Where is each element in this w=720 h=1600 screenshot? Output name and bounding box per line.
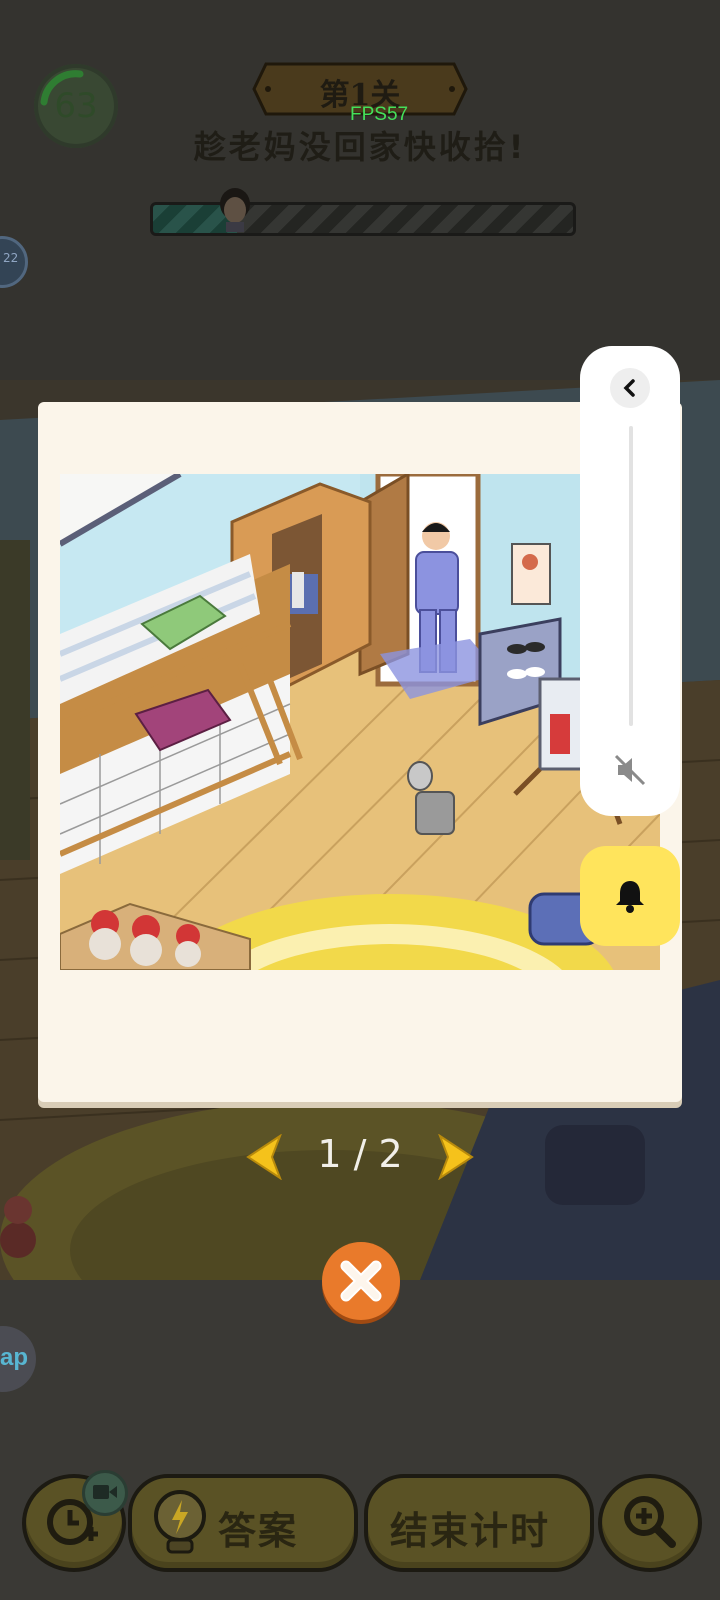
level-subtitle: 趁老妈没回家快收拾! bbox=[193, 128, 527, 166]
answer-button[interactable]: 答案 bbox=[128, 1474, 358, 1572]
answer-button-label: 答案 bbox=[218, 1509, 299, 1553]
chevron-left-icon bbox=[623, 379, 635, 397]
collapse-panel-button[interactable] bbox=[610, 368, 650, 408]
arrow-right-icon[interactable] bbox=[436, 1134, 476, 1180]
timer: 63 bbox=[34, 64, 118, 148]
end-timer-button-label: 结束计时 bbox=[390, 1509, 551, 1553]
mute-icon[interactable] bbox=[610, 750, 650, 790]
room-scene-image bbox=[60, 474, 660, 970]
timer-value: 63 bbox=[54, 86, 98, 126]
app-chip-text: ap bbox=[0, 1344, 29, 1371]
video-icon bbox=[82, 1470, 128, 1516]
volume-slider[interactable] bbox=[629, 426, 633, 726]
zoom-in-icon bbox=[624, 1496, 676, 1548]
mom-avatar-icon bbox=[220, 188, 250, 232]
end-timer-button[interactable]: 结束计时 bbox=[364, 1474, 594, 1572]
lightbulb-icon bbox=[154, 1490, 206, 1554]
side-bubble-text: 22 bbox=[3, 251, 19, 265]
floating-side-panel bbox=[580, 346, 680, 816]
bell-icon bbox=[616, 881, 644, 913]
close-icon bbox=[340, 1260, 382, 1302]
arrow-left-icon[interactable] bbox=[244, 1134, 284, 1180]
page-indicator: 1 / 2 bbox=[317, 1132, 403, 1176]
zoom-button[interactable] bbox=[598, 1474, 702, 1572]
close-button[interactable] bbox=[322, 1242, 400, 1320]
notification-bell-button[interactable] bbox=[580, 846, 680, 946]
